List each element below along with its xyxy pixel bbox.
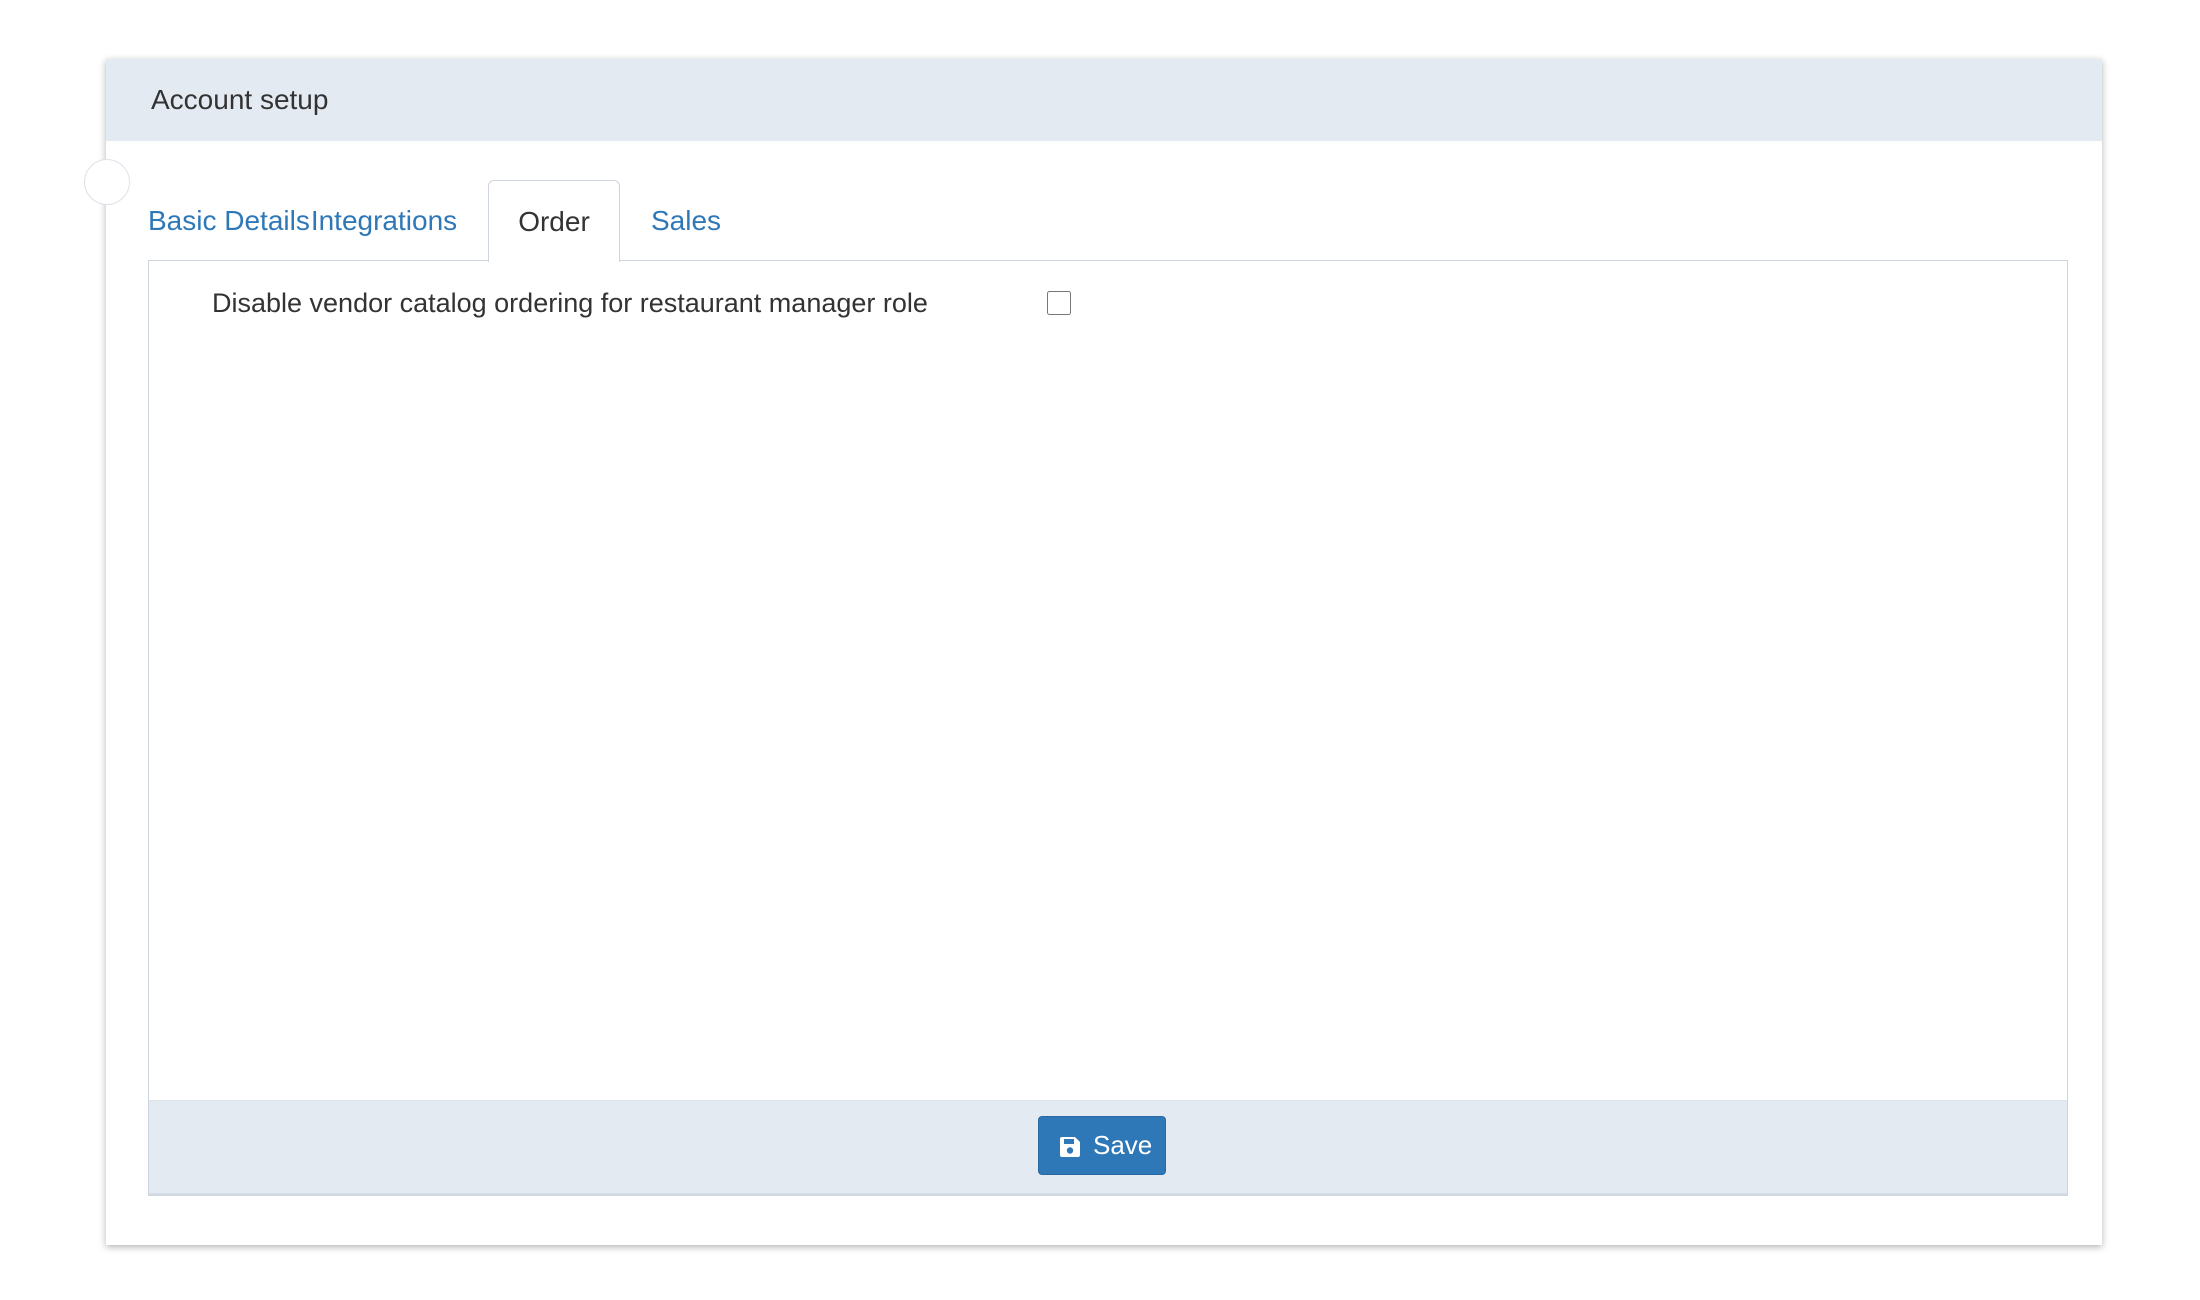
page-title: Account setup (151, 84, 329, 115)
order-tab-panel: Disable vendor catalog ordering for rest… (148, 260, 2068, 1196)
tab-order[interactable]: Order (488, 180, 620, 262)
panel-footer: Save (149, 1100, 2067, 1195)
tab-sales[interactable]: Sales (644, 180, 728, 260)
save-button-label: Save (1093, 1130, 1153, 1160)
tab-basic-details[interactable]: Basic Details (148, 180, 310, 260)
tab-bar: Basic Details Integrations Order Sales (148, 180, 2068, 262)
sidebar-collapse-handle[interactable] (84, 159, 130, 205)
disable-vendor-ordering-checkbox[interactable] (1047, 291, 1071, 315)
floppy-disk-icon (1060, 1137, 1080, 1157)
disable-vendor-ordering-label: Disable vendor catalog ordering for rest… (212, 288, 928, 318)
tab-integrations[interactable]: Integrations (304, 180, 464, 260)
save-button[interactable]: Save (1038, 1116, 1166, 1175)
card-header: Account setup (106, 59, 2102, 141)
